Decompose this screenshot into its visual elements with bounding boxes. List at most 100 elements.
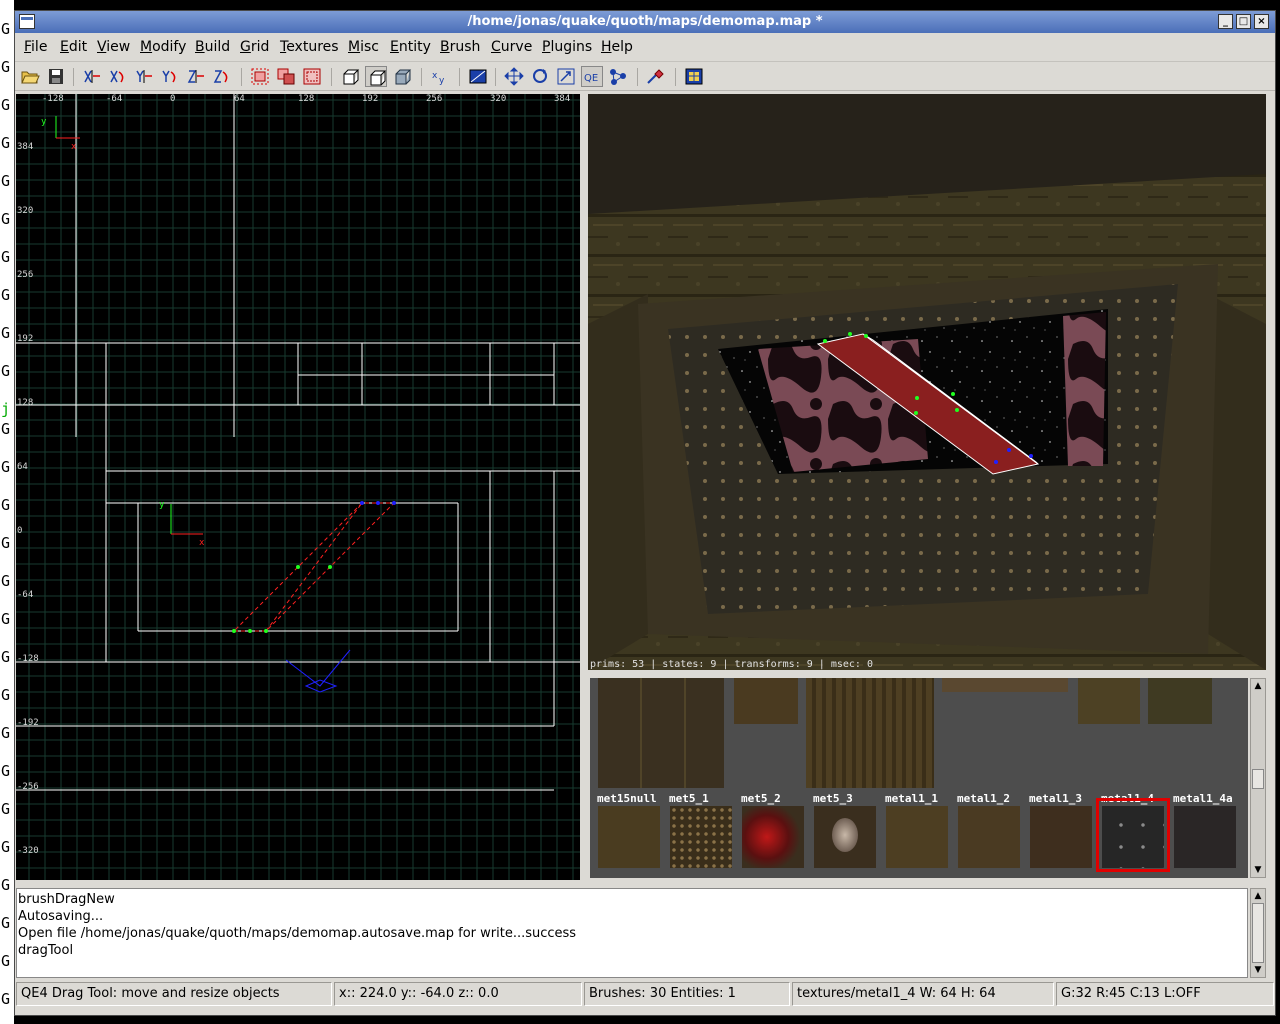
- texture-tile-met5-3[interactable]: [814, 806, 876, 868]
- menu-help[interactable]: Help: [601, 39, 633, 55]
- texture-tile-met15null[interactable]: [598, 806, 660, 868]
- desktop-glyph: G: [1, 534, 11, 552]
- menu-edit[interactable]: Edit: [60, 39, 87, 55]
- texture-tile[interactable]: [1078, 678, 1140, 724]
- flip-x-icon[interactable]: [81, 66, 103, 87]
- brush-vertex-handle: [328, 565, 332, 569]
- texture-tile[interactable]: [1148, 678, 1212, 724]
- texture-window-icon[interactable]: [683, 66, 705, 87]
- menu-view[interactable]: View: [97, 39, 130, 55]
- menu-misc[interactable]: Misc: [348, 39, 379, 55]
- texture-name: met15null: [597, 792, 657, 805]
- open-file-icon[interactable]: [19, 66, 41, 87]
- menu-entity[interactable]: Entity: [390, 39, 431, 55]
- rotate-y-icon[interactable]: [159, 66, 181, 87]
- flip-z-icon[interactable]: [185, 66, 207, 87]
- status-bar: QE4 Drag Tool: move and resize objects x…: [14, 982, 1276, 1006]
- rotate-z-icon[interactable]: [211, 66, 233, 87]
- desktop-glyph: G: [1, 990, 11, 1008]
- scale-tool-icon[interactable]: [555, 66, 577, 87]
- x-tick-label: -64: [106, 94, 123, 104]
- y-tick-label: -320: [17, 846, 39, 856]
- scroll-down-icon[interactable]: ▼: [1253, 965, 1263, 975]
- axis-x-label: x: [71, 142, 77, 152]
- desktop-glyph: G: [1, 572, 11, 590]
- brush-vertex-handle: [232, 629, 236, 633]
- qe-tool-icon[interactable]: QE: [581, 66, 603, 87]
- menu-build[interactable]: Build: [195, 39, 230, 55]
- texture-tile-met5-2[interactable]: [742, 806, 804, 868]
- scroll-up-icon[interactable]: ▲: [1253, 681, 1263, 691]
- texture-tile[interactable]: [598, 678, 724, 788]
- rotate-tool-icon[interactable]: [529, 66, 551, 87]
- scroll-thumb[interactable]: [1252, 903, 1264, 963]
- close-button[interactable]: ×: [1254, 14, 1269, 29]
- texture-tile-metal1-4a[interactable]: [1174, 806, 1236, 868]
- desktop-glyph: G: [1, 724, 11, 742]
- menu-plugins[interactable]: Plugins: [542, 39, 592, 55]
- menu-curve[interactable]: Curve: [491, 39, 532, 55]
- menu-textures[interactable]: Textures: [280, 39, 339, 55]
- texture-tile-met5-1[interactable]: [670, 806, 732, 868]
- flip-y-icon[interactable]: [133, 66, 155, 87]
- brush-vertex-handle: [264, 629, 268, 633]
- maximize-button[interactable]: □: [1236, 14, 1251, 29]
- console-scrollbar[interactable]: ▲ ▼: [1250, 888, 1266, 978]
- console-log[interactable]: brushDragNew Autosaving... Open file /ho…: [16, 888, 1248, 978]
- camera-icon[interactable]: [645, 66, 667, 87]
- texture-lock-icon[interactable]: [391, 66, 413, 87]
- toolbar: xy QE: [15, 61, 1275, 91]
- menu-file[interactable]: File: [24, 39, 47, 55]
- texture-scrollbar[interactable]: ▲ ▼: [1250, 678, 1266, 878]
- select-inside-icon[interactable]: [301, 66, 323, 87]
- y-tick-label: 192: [17, 334, 34, 344]
- cube-view-pressed-icon[interactable]: [365, 66, 387, 87]
- drag-tool-icon[interactable]: [503, 66, 525, 87]
- texture-tile-metal1-3[interactable]: [1030, 806, 1092, 868]
- xy-grid-view[interactable]: y x y x -128 -64 0 64 128 192 256 320 384 384 320 256 1…: [16, 94, 580, 880]
- brush-vertex-handle: [392, 501, 396, 505]
- camera-view[interactable]: prims: 53 | states: 9 | transforms: 9 | …: [588, 94, 1266, 670]
- x-tick-label: 256: [426, 94, 443, 104]
- scroll-down-icon[interactable]: ▼: [1253, 865, 1263, 875]
- texture-tile-metal1-2[interactable]: [958, 806, 1020, 868]
- minimize-button[interactable]: _: [1218, 14, 1233, 29]
- texture-name: met5_1: [669, 792, 709, 805]
- menu-brush[interactable]: Brush: [440, 39, 480, 55]
- plugin-icon[interactable]: [607, 66, 629, 87]
- y-tick-label: 320: [17, 206, 34, 216]
- vertical-splitter[interactable]: [580, 94, 588, 880]
- select-complete-icon[interactable]: [249, 66, 271, 87]
- texture-browser[interactable]: met15null met5_1 met5_2 met5_3 metal1_1 …: [590, 678, 1248, 878]
- scroll-up-icon[interactable]: ▲: [1253, 891, 1263, 901]
- cube-view-icon[interactable]: [339, 66, 361, 87]
- axis-y-label: y: [159, 500, 165, 510]
- texture-tile[interactable]: [806, 678, 934, 788]
- show-clip-icon[interactable]: [467, 66, 489, 87]
- status-texture: textures/metal1_4 W: 64 H: 64: [792, 982, 1054, 1006]
- y-tick-label: -64: [17, 590, 34, 600]
- menu-modify[interactable]: Modify: [140, 39, 186, 55]
- desktop-strip: G G G G G G G G G Gj G G G G G G G G G G G G G G G G: [0, 0, 14, 1024]
- texture-name: met5_3: [813, 792, 853, 805]
- brush-vertex-handle: [376, 501, 380, 505]
- console-line: Open file /home/jonas/quake/quoth/maps/d…: [18, 926, 577, 941]
- texture-tile[interactable]: [734, 678, 798, 724]
- brush-vertex-handle: [248, 629, 252, 633]
- texture-tile[interactable]: [942, 678, 1068, 692]
- desktop-glyph: G: [1, 324, 11, 342]
- window-menu-icon[interactable]: [19, 14, 35, 29]
- scroll-thumb[interactable]: [1252, 769, 1264, 789]
- camera-marker: [304, 679, 338, 693]
- select-touching-icon[interactable]: [275, 66, 297, 87]
- menu-grid[interactable]: Grid: [240, 39, 269, 55]
- desktop-glyph: G: [1, 686, 11, 704]
- y-tick-label: 0: [17, 526, 23, 536]
- render-stats: prims: 53 | states: 9 | transforms: 9 | …: [590, 659, 873, 670]
- title-bar[interactable]: /home/jonas/quake/quoth/maps/demomap.map…: [15, 11, 1275, 33]
- brush-vertex-handle: [296, 565, 300, 569]
- save-file-icon[interactable]: [45, 66, 67, 87]
- change-view-icon[interactable]: xy: [429, 66, 451, 87]
- texture-tile-metal1-1[interactable]: [886, 806, 948, 868]
- rotate-x-icon[interactable]: [107, 66, 129, 87]
